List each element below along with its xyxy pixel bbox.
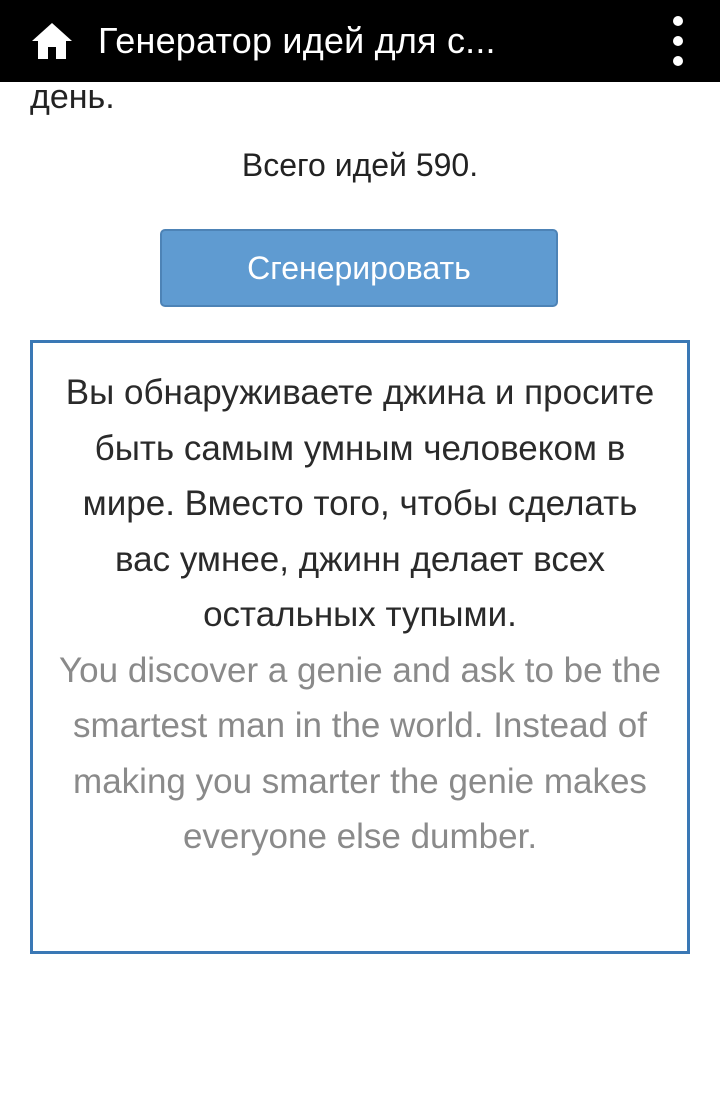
total-ideas-count: Всего идей 590. <box>241 147 479 183</box>
idea-text-russian: Вы обнаруживаете джина и просите быть са… <box>65 373 655 634</box>
idea-card: Вы обнаруживаете джина и просите быть са… <box>30 340 690 954</box>
app-title: Генератор идей для с... <box>98 20 496 61</box>
menu-dot <box>673 16 683 26</box>
page: день. Генератор идей для с... Всего идей… <box>0 0 720 1095</box>
home-icon[interactable] <box>28 17 76 65</box>
app-bar: Генератор идей для с... <box>0 0 720 82</box>
idea-text-english: You discover a genie and ask to be the s… <box>59 650 661 857</box>
generate-button[interactable]: Сгенерировать <box>160 229 558 307</box>
menu-dot <box>673 56 683 66</box>
menu-dot <box>673 36 683 46</box>
overflow-menu-icon[interactable] <box>666 16 690 66</box>
